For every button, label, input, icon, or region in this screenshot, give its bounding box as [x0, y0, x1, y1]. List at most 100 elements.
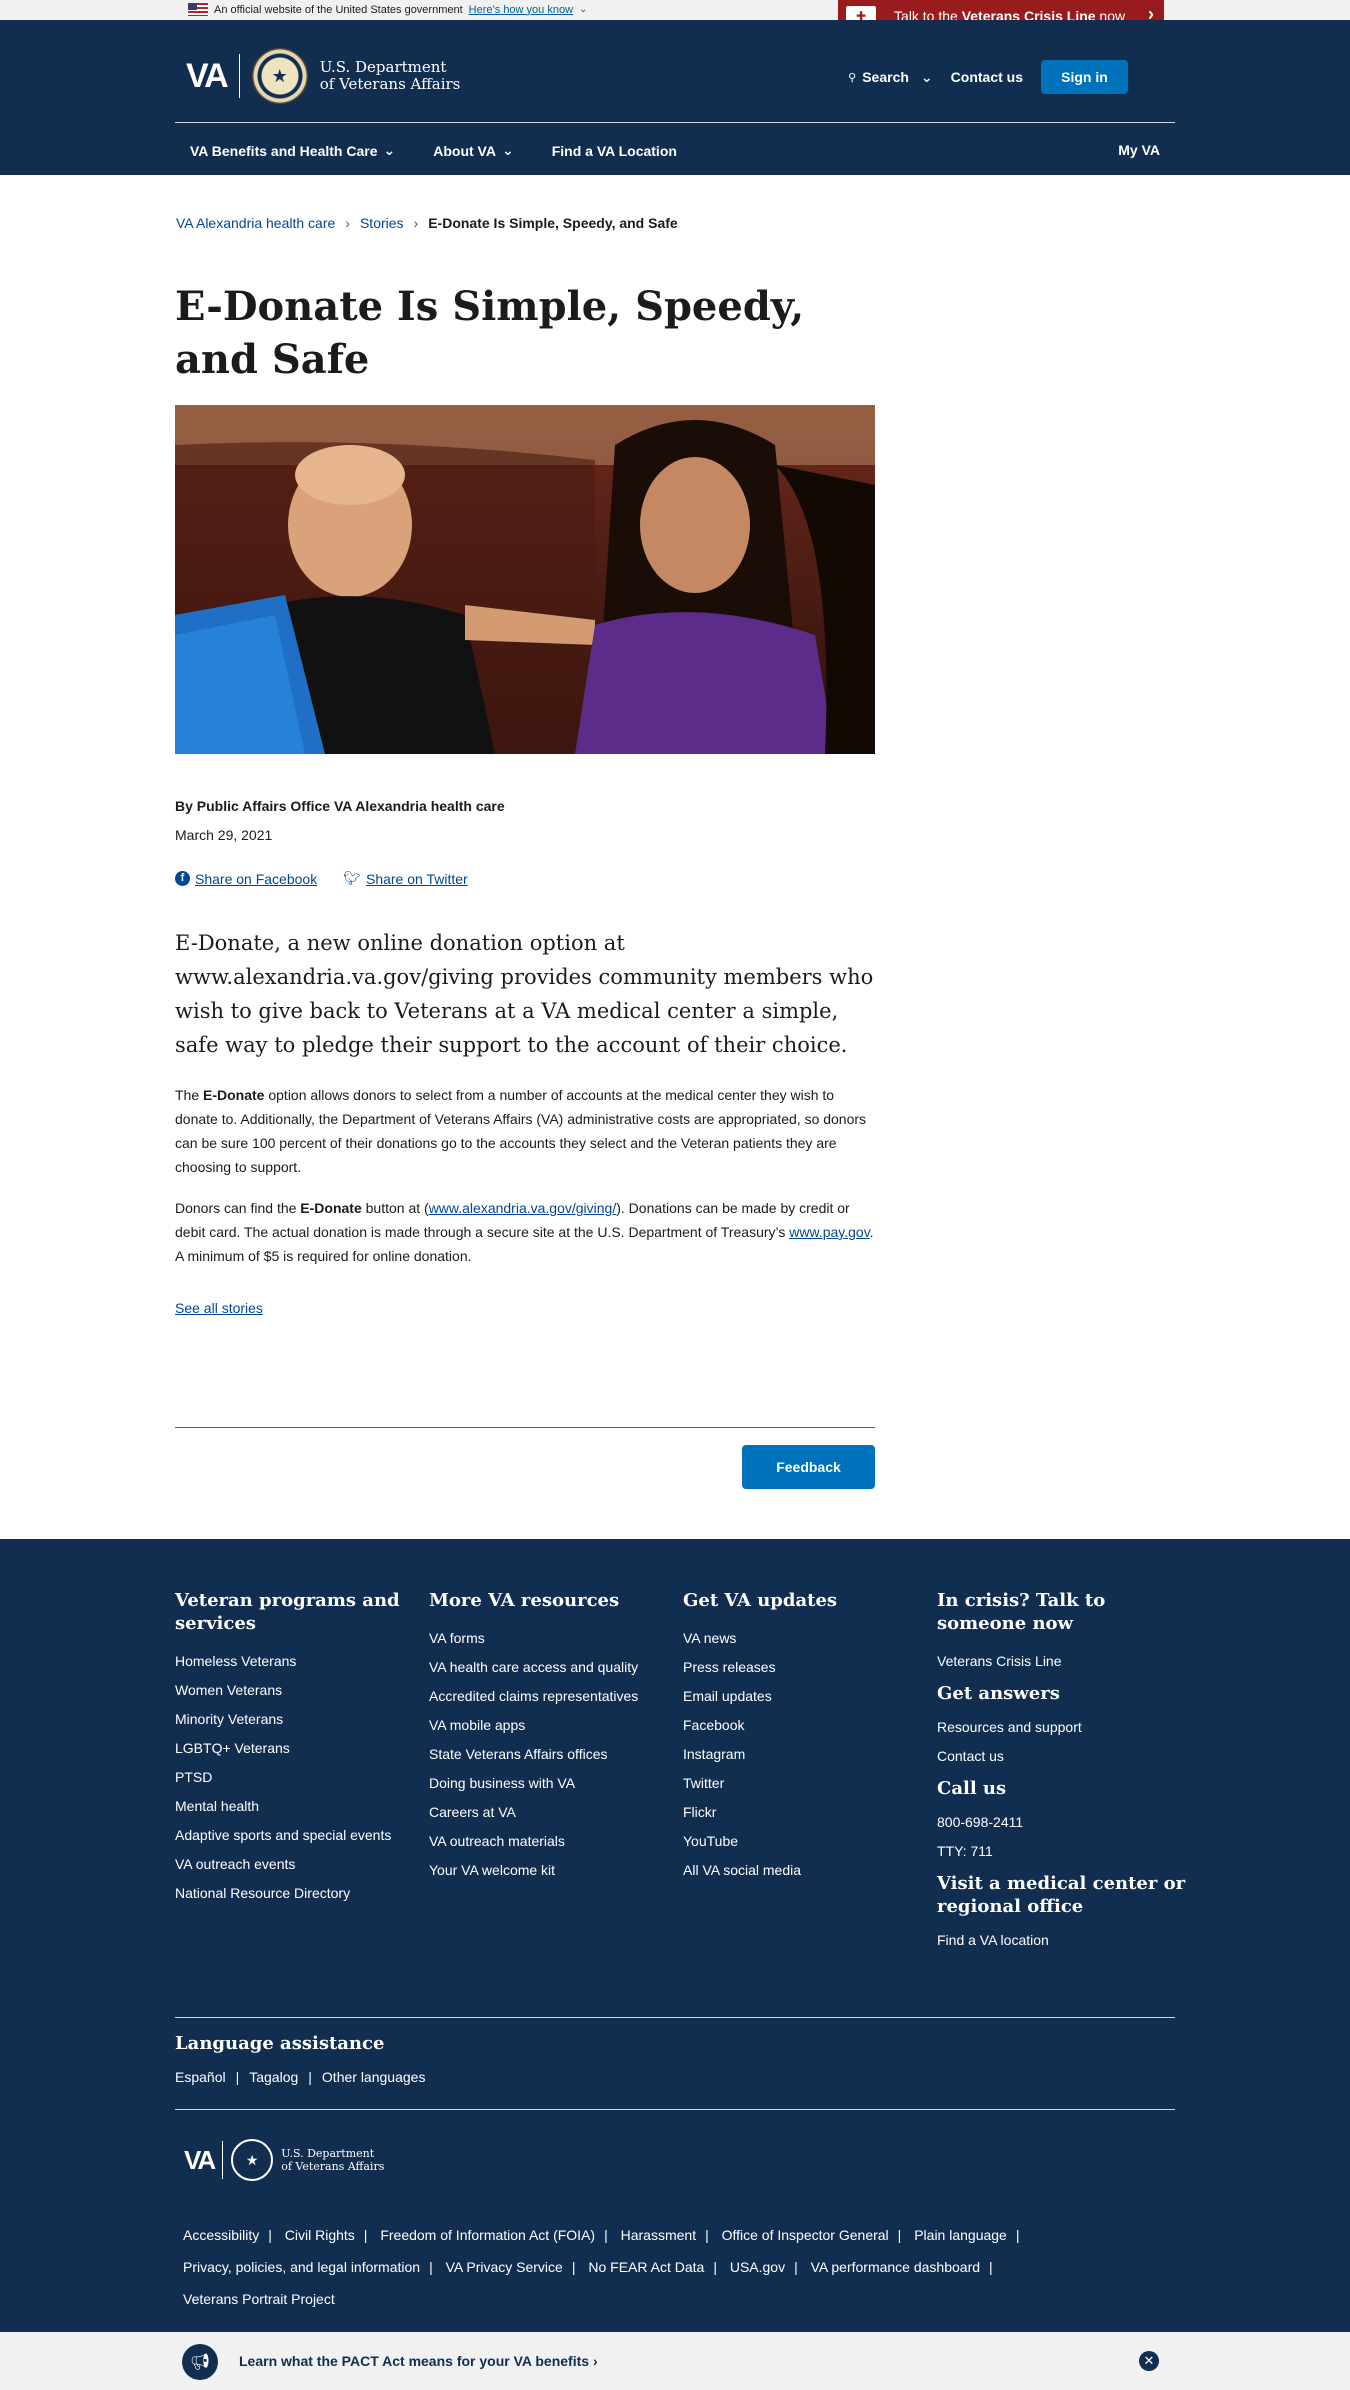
share-facebook-link[interactable]: f Share on Facebook — [175, 870, 317, 887]
footer-bottom-link[interactable]: VA performance dashboard — [811, 2259, 980, 2275]
article-date: March 29, 2021 — [175, 827, 273, 843]
pay-gov-link[interactable]: www.pay.gov — [789, 1224, 869, 1240]
how-you-know-link[interactable]: Here’s how you know — [469, 4, 573, 16]
us-flag-icon — [188, 3, 208, 16]
dept-line-2: of Veterans Affairs — [319, 75, 461, 93]
close-icon[interactable]: ✕ — [1139, 2351, 1159, 2371]
chevron-right-icon: › — [592, 2353, 598, 2369]
footer-link[interactable]: Minority Veterans — [175, 1711, 415, 1727]
text-bold: E-Donate — [203, 1087, 265, 1103]
dept-line-1: U.S. Department — [319, 58, 447, 76]
share-links: f Share on Facebook 🐦︎ Share on Twitter — [175, 870, 468, 887]
footer-bottom-link[interactable]: Accessibility — [183, 2227, 259, 2243]
megaphone-icon: 📢︎ — [182, 2344, 218, 2380]
footer-link[interactable]: YouTube — [683, 1833, 923, 1849]
va-seal-icon: ★ — [231, 2139, 274, 2181]
footer-link[interactable]: Contact us — [937, 1748, 1187, 1764]
divider — [175, 1427, 875, 1428]
text-bold: E-Donate — [300, 1200, 362, 1216]
contact-us-link[interactable]: Contact us — [951, 69, 1023, 85]
footer-link[interactable]: VA outreach materials — [429, 1833, 669, 1849]
footer-bottom-link[interactable]: Plain language — [914, 2227, 1007, 2243]
pact-act-link[interactable]: Learn what the PACT Act means for your V… — [239, 2353, 598, 2369]
article-lede: E-Donate, a new online donation option a… — [175, 931, 874, 1057]
language-link-tagalog[interactable]: Tagalog — [249, 2069, 298, 2085]
dept-line-1: U.S. Department — [281, 2147, 375, 2160]
nav-find-location[interactable]: Find a VA Location — [552, 142, 677, 159]
footer-col-contact: In crisis? Talk to someone now Veterans … — [937, 1589, 1187, 1961]
footer-link[interactable]: Find a VA location — [937, 1932, 1187, 1948]
footer-link[interactable]: Mental health — [175, 1798, 415, 1814]
pact-act-banner: 📢︎ Learn what the PACT Act means for you… — [0, 2332, 1350, 2390]
footer-bottom-link[interactable]: VA Privacy Service — [446, 2259, 563, 2275]
chevron-down-icon: ⌄ — [383, 142, 396, 158]
footer-link[interactable]: PTSD — [175, 1769, 415, 1785]
footer-link[interactable]: Accredited claims representatives — [429, 1688, 669, 1704]
my-va-link[interactable]: My VA — [1118, 142, 1160, 158]
nav-label: Find a VA Location — [551, 142, 677, 159]
footer-heading: Veteran programs and services — [175, 1590, 400, 1634]
facebook-icon: f — [175, 871, 190, 886]
footer-link[interactable]: VA health care access and quality — [429, 1659, 669, 1675]
text-run: Donors can find the — [175, 1200, 301, 1216]
footer-link[interactable]: VA outreach events — [175, 1856, 415, 1872]
footer-link[interactable]: VA forms — [429, 1630, 669, 1646]
footer-bottom-link[interactable]: No FEAR Act Data — [588, 2259, 704, 2275]
footer-bottom-link[interactable]: Harassment — [621, 2227, 696, 2243]
footer-link[interactable]: Facebook — [683, 1717, 923, 1733]
giving-link[interactable]: www.alexandria.va.gov/giving/ — [429, 1200, 617, 1216]
see-all-stories-link[interactable]: See all stories — [175, 1300, 263, 1316]
breadcrumb: VA Alexandria health care › Stories › E-… — [176, 215, 678, 231]
footer-link[interactable]: Flickr — [683, 1804, 923, 1820]
breadcrumb-stories[interactable]: Stories — [360, 215, 404, 231]
footer-link[interactable]: Careers at VA — [429, 1804, 669, 1820]
text-run: option allows donors to select from a nu… — [175, 1087, 867, 1175]
va-logo[interactable]: VA ★ U.S. Department of Veterans Affairs — [186, 48, 460, 104]
feedback-button[interactable]: Feedback — [742, 1445, 875, 1489]
footer-crisis-line-link[interactable]: Veterans Crisis Line — [937, 1653, 1187, 1669]
footer-link[interactable]: State Veterans Affairs offices — [429, 1746, 669, 1762]
language-link-other[interactable]: Other languages — [322, 2069, 426, 2085]
footer-heading: Get VA updates — [683, 1590, 838, 1611]
footer-bottom-link[interactable]: Civil Rights — [285, 2227, 355, 2243]
footer-link[interactable]: VA news — [683, 1630, 923, 1646]
language-link-espanol[interactable]: Español — [175, 2069, 226, 2085]
footer-bottom-link[interactable]: Freedom of Information Act (FOIA) — [380, 2227, 595, 2243]
footer-heading: Visit a medical center or regional offic… — [937, 1873, 1186, 1917]
language-links: Español | Tagalog | Other languages — [175, 2069, 426, 2085]
footer-bottom-link[interactable]: Office of Inspector General — [722, 2227, 889, 2243]
nav-benefits-health-care[interactable]: VA Benefits and Health Care ⌄ — [190, 142, 395, 159]
share-twitter-link[interactable]: 🐦︎ Share on Twitter — [343, 870, 467, 887]
sign-in-button[interactable]: Sign in — [1041, 60, 1128, 94]
footer-link[interactable]: Email updates — [683, 1688, 923, 1704]
footer-col-programs: Veteran programs and services Homeless V… — [175, 1589, 415, 1914]
footer-link[interactable]: National Resource Directory — [175, 1885, 415, 1901]
share-twitter-label: Share on Twitter — [365, 870, 468, 887]
site-header: VA ★ U.S. Department of Veterans Affairs… — [0, 20, 1350, 175]
footer-link[interactable]: Resources and support — [937, 1719, 1187, 1735]
footer-link[interactable]: Women Veterans — [175, 1682, 415, 1698]
footer-bottom-link[interactable]: USA.gov — [730, 2259, 785, 2275]
footer-link[interactable]: All VA social media — [683, 1862, 923, 1878]
article-paragraph-1: The E-Donate option allows donors to sel… — [175, 1083, 875, 1179]
va-logo-text: VA — [184, 2144, 216, 2175]
footer-phone-link[interactable]: 800-698-2411 — [937, 1814, 1187, 1830]
share-facebook-label: Share on Facebook — [195, 870, 318, 887]
nav-label: About VA — [433, 142, 496, 159]
footer-bottom-link[interactable]: Veterans Portrait Project — [183, 2291, 335, 2307]
footer-tty-link[interactable]: TTY: 711 — [937, 1843, 1187, 1859]
footer-link[interactable]: Twitter — [683, 1775, 923, 1791]
footer-link[interactable]: Press releases — [683, 1659, 923, 1675]
footer-link[interactable]: Instagram — [683, 1746, 923, 1762]
footer-va-logo[interactable]: VA ★ U.S. Department of Veterans Affairs — [184, 2139, 384, 2181]
footer-link[interactable]: Your VA welcome kit — [429, 1862, 669, 1878]
footer-link[interactable]: LGBTQ+ Veterans — [175, 1740, 415, 1756]
footer-link[interactable]: Doing business with VA — [429, 1775, 669, 1791]
search-button[interactable]: ⚲ Search ⌄ — [848, 69, 933, 86]
breadcrumb-alexandria[interactable]: VA Alexandria health care — [176, 215, 335, 231]
footer-link[interactable]: Adaptive sports and special events — [175, 1827, 415, 1843]
nav-about-va[interactable]: About VA ⌄ — [433, 142, 513, 159]
footer-link[interactable]: VA mobile apps — [429, 1717, 669, 1733]
footer-bottom-link[interactable]: Privacy, policies, and legal information — [183, 2259, 420, 2275]
footer-link[interactable]: Homeless Veterans — [175, 1653, 415, 1669]
